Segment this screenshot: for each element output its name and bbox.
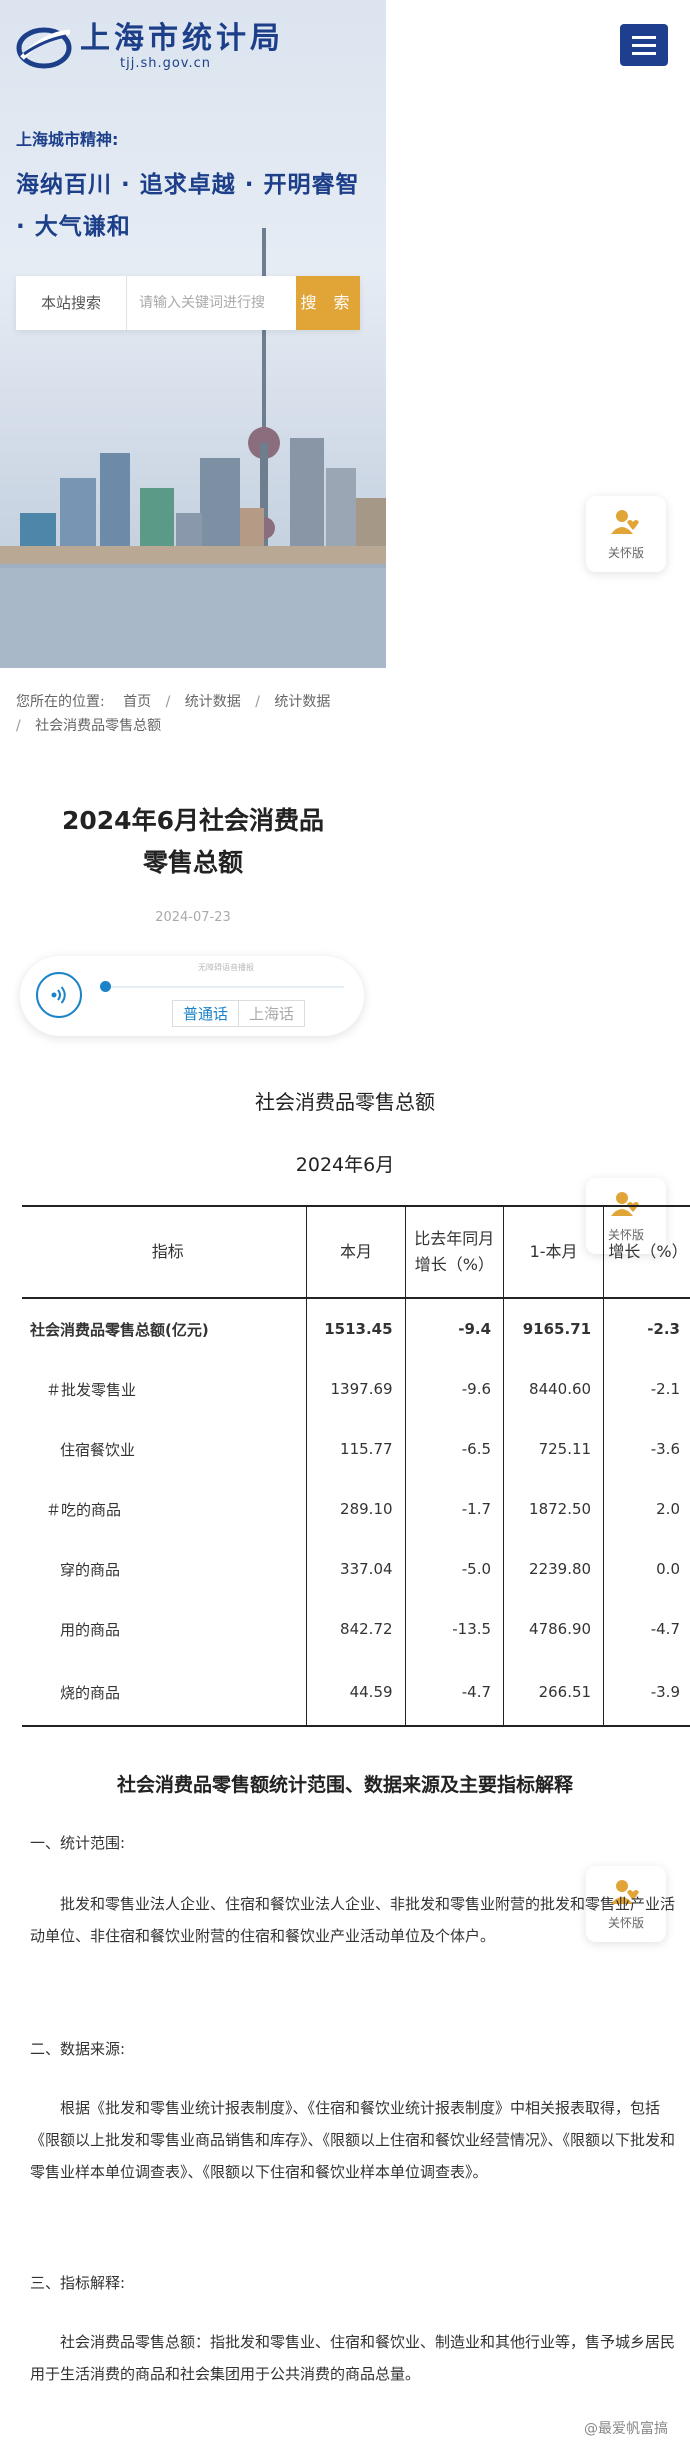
search-label: 本站搜索 (16, 276, 127, 330)
section-scope-text: 批发和零售业法人企业、住宿和餐饮业法人企业、非批发和零售业附营的批发和零售业产业… (30, 1895, 676, 1945)
cell-yoy: -13.5 (405, 1599, 505, 1659)
cell-ytd-growth: -4.7 (650, 1620, 680, 1638)
table-header-row: 指标 本月 比去年同月增长（%） 1-本月 增长（%） (22, 1205, 690, 1299)
retail-sales-table: 指标 本月 比去年同月增长（%） 1-本月 增长（%） 社会消费品零售总额(亿元… (22, 1205, 690, 1727)
play-audio-button[interactable] (36, 972, 82, 1018)
cell-month: 1513.45 (306, 1298, 406, 1359)
explanation-title: 社会消费品零售额统计范围、数据来源及主要指标解释 (116, 1774, 573, 1796)
section-source-text: 根据《批发和零售业统计报表制度》、《住宿和餐饮业统计报表制度》中相关报表取得，包… (30, 2099, 676, 2181)
breadcrumb-item[interactable]: 统计数据 (274, 694, 330, 710)
section-scope-title: 一、统计范围: (30, 1834, 126, 1852)
cell-yoy: -9.4 (405, 1298, 505, 1359)
hamburger-icon-bar (632, 35, 656, 39)
header-indicator: 指标 (22, 1205, 308, 1299)
cell-month: 289.10 (306, 1479, 406, 1539)
breadcrumb-item[interactable]: 统计数据 (185, 694, 241, 710)
care-mode-label: 关怀版 (607, 546, 644, 560)
cell-yoy: -6.5 (405, 1419, 505, 1479)
speaker-wave-icon (51, 986, 66, 1004)
table-title: 社会消费品零售总额 (255, 1090, 435, 1114)
cell-yoy: -5.0 (405, 1539, 505, 1599)
article-title-line: 零售总额 (142, 848, 243, 877)
row-name: 穿的商品 (22, 1539, 308, 1599)
cell-ytd: 2239.80 (503, 1539, 605, 1599)
table-row: 穿的商品 337.04 -5.0 2239.80 0.0 (22, 1539, 690, 1599)
cell-yoy: -9.6 (405, 1359, 505, 1419)
header-this-month: 本月 (306, 1205, 406, 1299)
site-domain: tjj.sh.gov.cn (120, 56, 212, 71)
row-name: 社会消费品零售总额(亿元) (22, 1298, 308, 1359)
cell-month: 44.59 (306, 1659, 406, 1727)
cell-ytd-growth: -2.3 (647, 1320, 680, 1338)
watermark: @最爱帆富搞 (584, 2421, 668, 2437)
cell-ytd-growth: -2.1 (650, 1380, 680, 1398)
cell-ytd-growth: 2.0 (656, 1500, 680, 1518)
section-indicator-text: 社会消费品零售总额：指批发和零售业、住宿和餐饮业、制造业和其他行业等，售予城乡居… (30, 2333, 676, 2383)
audio-progress-handle[interactable] (100, 981, 111, 992)
search-button[interactable]: 搜 索 (296, 276, 360, 330)
breadcrumb-separator: / (255, 694, 260, 710)
cell-yoy: -4.7 (405, 1659, 505, 1727)
table-row: ＃吃的商品 289.10 -1.7 1872.50 2.0 (22, 1479, 690, 1539)
breadcrumb: 您所在的位置: 首页 / 统计数据 / 统计数据 / 社会消费品零售总额 (16, 690, 396, 738)
cell-ytd-growth: 0.0 (656, 1560, 680, 1578)
row-name: 住宿餐饮业 (22, 1419, 308, 1479)
cell-ytd: 1872.50 (503, 1479, 605, 1539)
hamburger-icon-bar (632, 51, 656, 55)
cell-ytd: 9165.71 (503, 1298, 605, 1359)
article-title: 2024年6月社会消费品 零售总额 (0, 800, 386, 884)
cell-ytd-growth: -3.9 (603, 1659, 690, 1727)
city-spirit-title: 上海城市精神: (16, 130, 119, 149)
cell-month: 1397.69 (306, 1359, 406, 1419)
logo-emblem-icon (16, 27, 72, 68)
table-subtitle: 2024年6月 (295, 1154, 395, 1176)
hero-banner: 上海市统计局 tjj.sh.gov.cn 上海城市精神: 海纳百川 · 追求卓越… (0, 0, 386, 668)
breadcrumb-prefix: 您所在的位置: (16, 694, 105, 710)
table-row: 烧的商品 44.59 -4.7 266.51 -3.9 (22, 1659, 690, 1727)
breadcrumb-separator: / (16, 718, 21, 734)
breadcrumb-home[interactable]: 首页 (123, 694, 151, 710)
tab-mandarin[interactable]: 普通话 (172, 1000, 240, 1027)
search-input[interactable] (127, 276, 296, 330)
cell-month: 337.04 (306, 1539, 406, 1599)
cell-ytd: 8440.60 (503, 1359, 605, 1419)
article-title-line: 2024年6月社会消费品 (62, 806, 324, 835)
header-ytd: 1-本月 (503, 1205, 605, 1299)
site-logo[interactable]: 上海市统计局 tjj.sh.gov.cn (16, 22, 284, 71)
cell-ytd: 4786.90 (503, 1599, 605, 1659)
table-row: ＃批发零售业 1397.69 -9.6 8440.60 -2.1 (22, 1359, 690, 1419)
breadcrumb-current[interactable]: 社会消费品零售总额 (35, 718, 161, 734)
header-yoy-growth: 比去年同月增长（%） (405, 1205, 505, 1299)
care-person-icon (611, 510, 639, 534)
row-name: 用的商品 (22, 1599, 308, 1659)
section-source-title: 二、数据来源: (30, 2040, 126, 2058)
menu-button[interactable] (620, 24, 668, 66)
table-row: 社会消费品零售总额(亿元) 1513.45 -9.4 9165.71 -2.3 (22, 1298, 690, 1359)
language-tabs: 普通话 上海话 (172, 1000, 306, 1027)
cell-ytd: 266.51 (503, 1659, 605, 1727)
header-ytd-growth: 增长（%） (603, 1205, 690, 1299)
table-row: 用的商品 842.72 -13.5 4786.90 -4.7 (22, 1599, 690, 1659)
article-date: 2024-07-23 (155, 910, 231, 925)
cell-month: 115.77 (306, 1419, 406, 1479)
city-spirit-text: 海纳百川 · 追求卓越 · 开明睿智 · 大气谦和 (16, 172, 360, 240)
audio-progress-track[interactable] (104, 986, 344, 988)
table-row: 住宿餐饮业 115.77 -6.5 725.11 -3.6 (22, 1419, 690, 1479)
row-name: ＃批发零售业 (22, 1359, 308, 1419)
hamburger-icon-bar (632, 43, 656, 47)
site-search: 本站搜索 搜 索 (16, 276, 360, 330)
cell-month: 842.72 (306, 1599, 406, 1659)
row-name: ＃吃的商品 (22, 1479, 308, 1539)
cell-ytd: 725.11 (503, 1419, 605, 1479)
cell-ytd-growth: -3.6 (650, 1440, 680, 1458)
row-name: 烧的商品 (22, 1659, 308, 1727)
breadcrumb-separator: / (165, 694, 171, 710)
section-indicator-title: 三、指标解释: (30, 2274, 126, 2292)
tab-shanghainese[interactable]: 上海话 (239, 1000, 306, 1027)
site-name: 上海市统计局 (80, 21, 284, 56)
audio-player: 无障碍语音播报 普通话 上海话 (20, 956, 364, 1036)
cell-yoy: -1.7 (405, 1479, 505, 1539)
player-hint: 无障碍语音播报 (198, 963, 254, 972)
care-mode-button[interactable]: 关怀版 (586, 496, 666, 572)
